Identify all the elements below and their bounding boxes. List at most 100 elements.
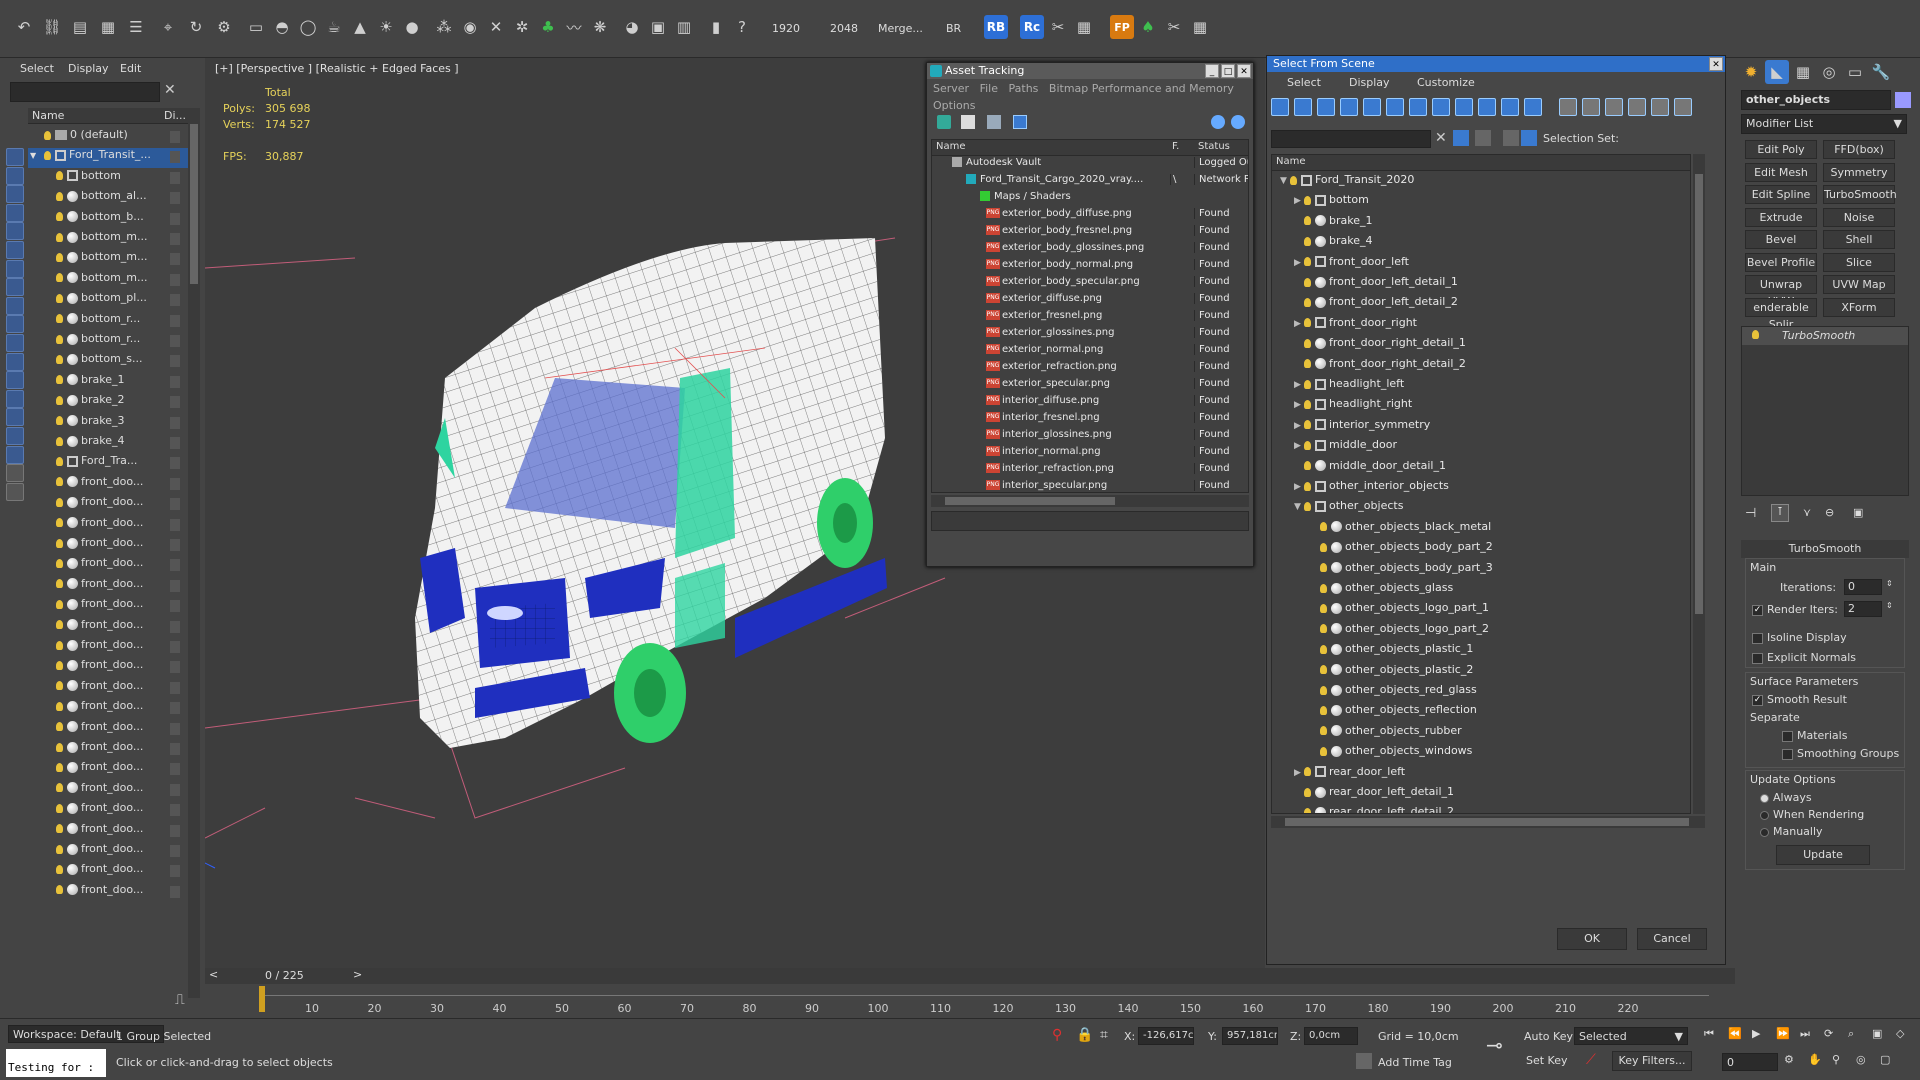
display-toggle-icon[interactable] — [170, 233, 180, 245]
refresh-icon[interactable] — [937, 115, 951, 129]
table-icon[interactable]: ▦ — [1072, 15, 1096, 39]
explorer-filter-icon[interactable] — [6, 445, 24, 464]
cancel-button[interactable]: Cancel — [1637, 928, 1707, 950]
modifier-button[interactable]: Bevel Profile — [1745, 252, 1817, 272]
lightbulb-icon[interactable] — [56, 803, 63, 813]
detail-view-icon[interactable] — [987, 115, 1001, 129]
asset-row[interactable]: PNG exterior_glossines.png Found — [932, 327, 1248, 344]
explorer-filter-icon[interactable] — [6, 352, 24, 371]
hair-icon[interactable]: 〰 — [562, 15, 586, 39]
y-coordinate-field[interactable]: 957,181cm — [1222, 1027, 1278, 1045]
scene-explorer-row[interactable]: bottom_r... — [28, 332, 188, 352]
play-icon[interactable]: ▶ — [1752, 1027, 1760, 1040]
display-toggle-icon[interactable] — [170, 518, 180, 531]
scene-explorer-row[interactable]: brake_1 — [28, 373, 188, 393]
motion-tab-icon[interactable]: ◎ — [1817, 60, 1841, 84]
lightbulb-icon[interactable] — [56, 885, 63, 895]
menu-file[interactable]: File — [980, 82, 998, 95]
time-marker[interactable] — [259, 986, 265, 1012]
xrefs-filter-icon[interactable] — [1432, 98, 1450, 116]
modifier-button[interactable]: UVW Map — [1823, 275, 1895, 294]
display-toggle-icon[interactable] — [170, 335, 180, 347]
menu-options[interactable]: Options — [933, 99, 1247, 112]
explorer-filter-icon[interactable] — [6, 185, 24, 204]
lightbulb-icon[interactable] — [56, 844, 63, 854]
display-toggle-icon[interactable] — [170, 722, 180, 735]
z-coordinate-field[interactable]: 0,0cm — [1304, 1027, 1358, 1045]
scene-explorer-row[interactable]: front_doo... — [28, 597, 188, 617]
cone-icon[interactable]: ▲ — [348, 15, 372, 39]
help-icon[interactable] — [1211, 115, 1225, 129]
smoothing-groups-checkbox[interactable] — [1782, 748, 1793, 760]
invert-filter-icon[interactable] — [1605, 98, 1623, 116]
scene-explorer-row[interactable]: Ford_Tra... — [28, 454, 188, 474]
asset-row[interactable]: PNG interior_fresnel.png Found — [932, 412, 1248, 429]
scene-object-row[interactable]: ▼ other_objects — [1272, 499, 1690, 519]
close-button[interactable]: ✕ — [1237, 64, 1251, 78]
menu-select[interactable]: Select — [20, 62, 54, 75]
lightbulb-icon[interactable] — [56, 497, 63, 507]
scene-object-row[interactable]: ▶ front_door_left — [1272, 255, 1690, 275]
display-none-filter-icon[interactable] — [1582, 98, 1600, 116]
display-toggle-icon[interactable] — [170, 702, 180, 715]
render-sphere-icon[interactable]: ◕ — [620, 15, 644, 39]
menu-server[interactable]: Server — [933, 82, 969, 95]
scene-explorer-row[interactable]: front_doo... — [28, 638, 188, 658]
asset-row[interactable]: PNG exterior_body_fresnel.png Found — [932, 225, 1248, 242]
box-icon[interactable]: ▭ — [244, 15, 268, 39]
scene-list-vscrollbar[interactable] — [1693, 154, 1705, 814]
column-name-header[interactable]: Name — [936, 141, 966, 152]
lightbulb-icon[interactable] — [44, 130, 51, 140]
clear-search-icon[interactable]: ✕ — [1435, 130, 1447, 146]
lightbulb-icon[interactable] — [56, 354, 63, 364]
scene-object-row[interactable]: other_objects_glass — [1272, 581, 1690, 601]
material-icon[interactable]: ◉ — [458, 15, 482, 39]
lightbulb-icon[interactable] — [1304, 501, 1311, 511]
scene-explorer-row[interactable]: bottom_m... — [28, 250, 188, 270]
lightbulb-icon[interactable] — [1304, 787, 1311, 797]
selection-set-icon[interactable] — [1521, 130, 1537, 146]
go-to-start-icon[interactable]: ⏮ — [1704, 1027, 1714, 1041]
display-toggle-icon[interactable] — [170, 600, 180, 613]
modifier-list-dropdown[interactable]: Modifier List ▼ — [1741, 114, 1907, 134]
always-radio[interactable] — [1760, 793, 1769, 803]
column-f-header[interactable]: F. — [1172, 141, 1179, 152]
scene-object-row[interactable]: other_objects_rubber — [1272, 724, 1690, 744]
display-toggle-icon[interactable] — [170, 681, 180, 694]
scene-object-row[interactable]: ▶ other_interior_objects — [1272, 479, 1690, 499]
make-unique-icon[interactable]: ⋎ — [1803, 506, 1811, 519]
lightbulb-icon[interactable] — [1304, 399, 1311, 409]
scene-explorer-row[interactable]: bottom — [28, 169, 188, 189]
scene-explorer-row[interactable]: brake_4 — [28, 434, 188, 454]
column-display-header[interactable]: Di... — [164, 109, 186, 122]
asset-row[interactable]: PNG exterior_refraction.png Found — [932, 361, 1248, 378]
render-iters-spinner[interactable]: 2 — [1844, 601, 1882, 617]
object-name-field[interactable]: other_objects — [1741, 90, 1891, 110]
display-toggle-icon[interactable] — [170, 824, 180, 837]
explorer-filter-icon[interactable] — [6, 259, 24, 278]
teapot-icon[interactable]: ☕ — [322, 15, 346, 39]
bone-icon[interactable]: ✕ — [484, 15, 508, 39]
scene-explorer-row[interactable]: bottom_al... — [28, 189, 188, 209]
zoom-extents-icon[interactable]: ▣ — [1872, 1027, 1882, 1040]
lightbulb-icon[interactable] — [56, 477, 63, 487]
set-key-button[interactable]: Set Key — [1526, 1054, 1568, 1067]
lightbulb-icon[interactable] — [1320, 624, 1327, 634]
lightbulb-icon[interactable] — [56, 579, 63, 589]
scene-explorer-row[interactable]: ▼ Ford_Transit_... — [28, 148, 188, 169]
hidden-filter-icon[interactable] — [1524, 98, 1542, 116]
unlink-icon[interactable]: ▤ — [68, 15, 92, 39]
lightbulb-icon[interactable] — [56, 722, 63, 732]
explorer-filter-icon[interactable] — [6, 315, 24, 334]
add-time-tag[interactable]: Add Time Tag — [1378, 1056, 1452, 1069]
curve-editor-icon[interactable]: ⎍ — [175, 992, 195, 1008]
scene-explorer-row[interactable]: brake_2 — [28, 393, 188, 413]
scene-explorer-row[interactable]: front_doo... — [28, 495, 188, 515]
scene-explorer-row[interactable]: front_doo... — [28, 699, 188, 719]
asset-row[interactable]: PNG interior_refraction.png Found — [932, 463, 1248, 480]
scene-explorer-row[interactable]: 0 (default) — [28, 128, 188, 148]
bind-space-warp-icon[interactable]: ▦ — [96, 15, 120, 39]
key-filters-button[interactable]: Key Filters... — [1612, 1051, 1692, 1071]
display-toggle-icon[interactable] — [170, 783, 180, 796]
close-button[interactable]: ✕ — [1709, 57, 1723, 71]
